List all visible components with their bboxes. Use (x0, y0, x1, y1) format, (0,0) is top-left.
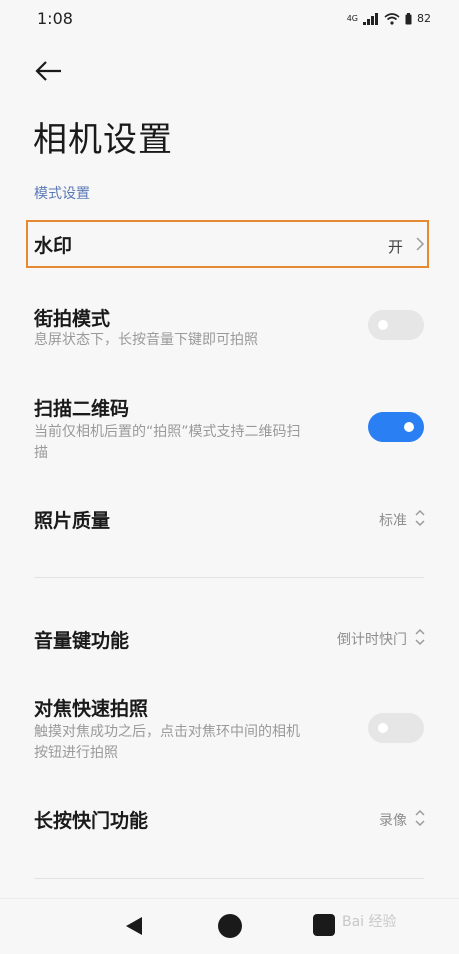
square-recent-icon[interactable] (313, 914, 335, 936)
long-press-shutter-row[interactable]: 长按快门功能 录像 (0, 800, 459, 840)
qr-scan-toggle[interactable] (368, 412, 424, 442)
baidu-watermark: Bai 经验 (342, 914, 397, 930)
photo-quality-title: 照片质量 (34, 510, 111, 532)
triangle-back-icon[interactable] (123, 915, 145, 937)
status-icons: 4G 82 (347, 12, 431, 25)
photo-quality-row[interactable]: 照片质量 标准 (0, 500, 459, 540)
section-label: 模式设置 (34, 186, 90, 202)
toggle-knob (404, 422, 414, 432)
qr-scan-row[interactable]: 扫描二维码 当前仅相机后置的“拍照”模式支持二维码扫 描 (0, 390, 459, 470)
navigation-bar: Bai 经验 (0, 898, 459, 954)
street-mode-toggle[interactable] (368, 310, 424, 340)
circle-home-icon[interactable] (218, 914, 242, 938)
focus-shot-desc-line2: 按钮进行拍照 (34, 745, 118, 761)
qr-scan-title: 扫描二维码 (34, 398, 130, 420)
focus-shot-row[interactable]: 对焦快速拍照 触摸对焦成功之后，点击对焦环中间的相机 按钮进行拍照 (0, 690, 459, 770)
qr-scan-desc-line2: 描 (34, 445, 48, 461)
volume-key-row[interactable]: 音量键功能 倒计时快门 (0, 620, 459, 660)
back-arrow-icon[interactable] (34, 58, 64, 84)
wifi-icon (384, 12, 400, 25)
battery-level: 82 (417, 12, 431, 25)
updown-chevron-icon (415, 509, 425, 527)
street-mode-desc: 息屏状态下，长按音量下键即可拍照 (34, 332, 258, 348)
battery-icon (405, 12, 412, 24)
photo-quality-value: 标准 (379, 513, 407, 529)
street-mode-title: 街拍模式 (34, 308, 111, 330)
qr-scan-desc-line1: 当前仅相机后置的“拍照”模式支持二维码扫 (34, 424, 301, 440)
signal-icon (363, 12, 378, 25)
updown-chevron-icon (415, 628, 425, 646)
divider (34, 878, 424, 879)
page-title: 相机设置 (33, 120, 173, 160)
highlight-box (26, 220, 429, 268)
divider (34, 577, 424, 578)
long-press-shutter-title: 长按快门功能 (34, 810, 149, 832)
status-time: 1:08 (37, 9, 73, 28)
focus-shot-desc-line1: 触摸对焦成功之后，点击对焦环中间的相机 (34, 724, 300, 740)
street-mode-row[interactable]: 街拍模式 息屏状态下，长按音量下键即可拍照 (0, 300, 459, 360)
network-type: 4G (346, 14, 358, 23)
focus-shot-toggle[interactable] (368, 713, 424, 743)
long-press-shutter-value: 录像 (379, 813, 407, 829)
toggle-knob (378, 320, 388, 330)
status-bar: 1:08 4G 82 (0, 0, 459, 40)
volume-key-title: 音量键功能 (34, 630, 130, 652)
volume-key-value: 倒计时快门 (337, 632, 407, 648)
focus-shot-title: 对焦快速拍照 (34, 698, 149, 720)
toggle-knob (378, 723, 388, 733)
updown-chevron-icon (415, 809, 425, 827)
